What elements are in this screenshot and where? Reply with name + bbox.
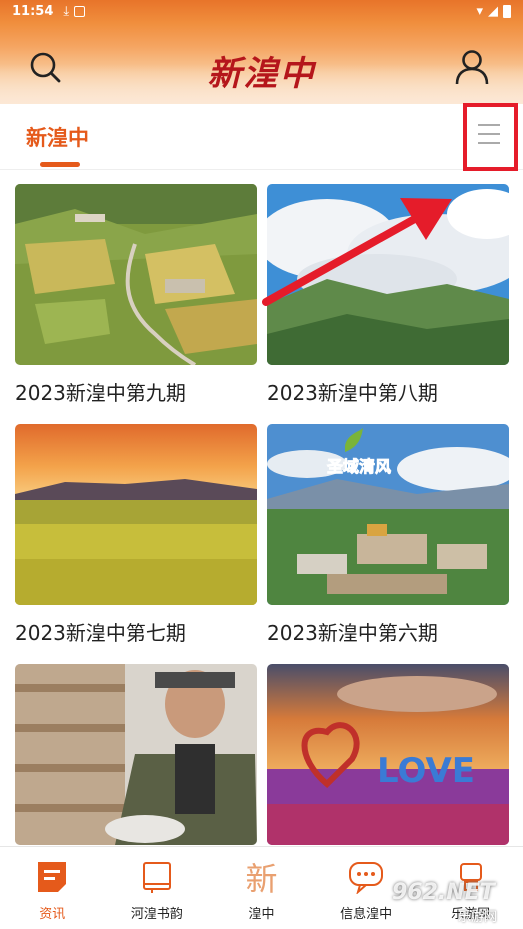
article-card[interactable] (15, 664, 257, 857)
article-title: 2023新湟中第六期 (267, 621, 438, 645)
highlight-box (463, 103, 518, 171)
article-title: 2023新湟中第八期 (267, 381, 438, 405)
watermark-logo: 962.NET (392, 880, 495, 905)
article-card[interactable]: 2023新湟中第九期 (15, 184, 257, 406)
tab-active-indicator (40, 162, 80, 167)
xin-character-icon: 新 (245, 860, 278, 898)
tab-xinhuangzhong[interactable]: 新湟中 (26, 122, 89, 152)
nav-label: 资讯 (39, 907, 66, 922)
notification-a-icon (74, 5, 86, 17)
status-time: 11:54 (12, 3, 54, 19)
article-thumbnail (15, 664, 257, 845)
article-card[interactable]: 2023新湟中第八期 (267, 184, 509, 406)
nav-label: 信息湟中 (340, 907, 393, 922)
user-icon (455, 50, 489, 85)
article-card[interactable]: LOVE (267, 664, 509, 857)
card-image-text: LOVE (377, 751, 475, 791)
nav-label: 湟中 (248, 907, 275, 922)
download-icon: ⤓ (63, 3, 70, 19)
article-card[interactable]: 2023新湟中第七期 (15, 424, 257, 646)
article-thumbnail (267, 184, 509, 365)
nav-item-books[interactable]: 河湟书韵 (105, 847, 210, 929)
nav-item-huangzhong[interactable]: 新 湟中 (209, 847, 314, 929)
card-image-text: 圣域清风 (326, 457, 391, 476)
app-logo-title: 新湟中 (207, 54, 316, 94)
status-bar: 11:54 ⤓ ▾ ◢ (0, 0, 523, 22)
article-card[interactable]: 圣域清风 2023新湟中第六期 (267, 424, 509, 646)
nav-label: 河湟书韵 (130, 907, 183, 922)
header-banner: 11:54 ⤓ ▾ ◢ 新湟中 (0, 0, 523, 104)
news-icon (34, 859, 70, 895)
battery-icon (503, 4, 511, 18)
wifi-icon: ▾ (476, 3, 483, 19)
article-thumbnail: 圣域清风 (267, 424, 509, 605)
user-profile-button[interactable] (454, 48, 490, 86)
article-thumbnail: LOVE (267, 664, 509, 845)
book-icon (139, 859, 175, 895)
nav-item-news[interactable]: 资讯 (0, 847, 105, 929)
chat-bubble-icon (348, 859, 384, 895)
watermark-subtitle: 乐游网 (458, 910, 498, 925)
article-title: 2023新湟中第七期 (15, 621, 186, 645)
article-title: 2023新湟中第九期 (15, 381, 186, 405)
article-thumbnail (15, 184, 257, 365)
channel-tab-bar: 新湟中 (0, 104, 523, 170)
article-thumbnail (15, 424, 257, 605)
signal-icon: ◢ (488, 3, 498, 19)
